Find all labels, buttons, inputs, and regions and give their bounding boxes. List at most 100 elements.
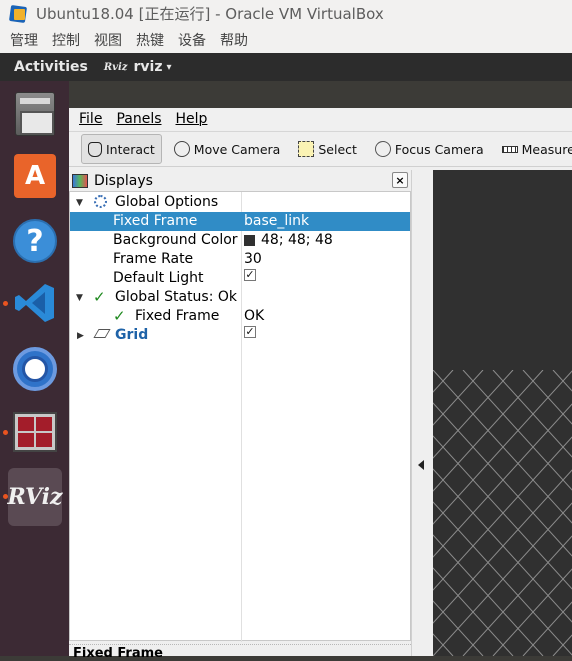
monitor-icon <box>72 173 88 188</box>
3d-viewport[interactable] <box>433 170 572 656</box>
collapse-left-icon[interactable] <box>418 460 424 470</box>
status-fixed-frame-value: OK <box>244 308 265 324</box>
vbox-window-title: Ubuntu18.04 [正在运行] - Oracle VM VirtualBo… <box>36 5 384 23</box>
measure-tool-button[interactable]: Measure <box>496 134 572 164</box>
grid-line <box>433 369 544 492</box>
tree-row-default-light[interactable]: Default Light ✓ <box>70 269 410 288</box>
menu-help[interactable]: Help <box>176 111 208 127</box>
grid-line <box>462 369 572 491</box>
tree-row-grid[interactable]: ▶ Grid ✓ <box>70 326 410 345</box>
default-light-label: Default Light <box>113 270 204 286</box>
dock-item-files[interactable] <box>8 87 62 141</box>
hand-icon <box>88 141 102 157</box>
color-swatch <box>244 235 255 246</box>
rviz-icon: RViz <box>7 484 63 510</box>
global-options-label: Global Options <box>115 194 219 210</box>
vbox-menu-help[interactable]: 帮助 <box>220 30 248 50</box>
tree-row-fixed-frame[interactable]: Fixed Frame base_link <box>70 212 410 231</box>
virtualbox-logo-icon <box>8 4 30 24</box>
menu-file[interactable]: File <box>79 111 102 127</box>
gear-icon <box>94 195 107 208</box>
grid-icon <box>93 329 111 338</box>
tree-row-global-options[interactable]: ▼ Global Options <box>70 193 410 212</box>
app-menu[interactable]: Rviz rviz ▾ <box>104 59 172 75</box>
files-icon <box>15 92 55 136</box>
measure-label: Measure <box>521 141 572 157</box>
grid-line <box>433 369 484 426</box>
dock-item-vscode[interactable] <box>8 276 62 330</box>
grid-view <box>433 170 572 656</box>
move-camera-icon <box>173 141 190 157</box>
displays-tree: ▼ Global Options Fixed Frame base_link B… <box>69 191 411 642</box>
displays-title: Displays <box>94 172 153 189</box>
background-color-value[interactable]: 48; 48; 48 <box>244 231 333 250</box>
checkmark-icon: ✓ <box>93 288 106 306</box>
ruler-icon <box>501 145 518 153</box>
move-camera-label: Move Camera <box>193 141 281 157</box>
grid-line <box>433 534 544 656</box>
gnome-top-bar: Activities Rviz rviz ▾ <box>0 53 572 81</box>
checkmark-icon: ✓ <box>113 307 126 325</box>
help-icon: ? <box>13 219 57 263</box>
focus-camera-tool-button[interactable]: Focus Camera <box>369 134 490 164</box>
ubuntu-software-icon: A <box>14 154 56 198</box>
grid-line <box>433 600 484 656</box>
vbox-menubar: 管理 控制 视图 热键 设备 帮助 <box>0 27 572 53</box>
select-label: Select <box>318 141 357 157</box>
focus-camera-label: Focus Camera <box>394 141 484 157</box>
dock-item-help[interactable]: ? <box>8 214 62 268</box>
rviz-menubar: File Panels Help <box>69 108 572 130</box>
bottom-panel-title: Fixed Frame <box>73 646 163 661</box>
status-fixed-frame-label: Fixed Frame <box>135 308 220 324</box>
displays-header: Displays × <box>69 170 411 191</box>
dock-item-software[interactable]: A <box>8 149 62 203</box>
rviz-toolbar: Interact Move Camera Select Focus Camera… <box>69 131 572 167</box>
app-menu-label: rviz <box>133 59 163 75</box>
vbox-menu-devices[interactable]: 设备 <box>178 30 206 50</box>
vbox-menu-view[interactable]: 视图 <box>94 30 122 50</box>
chromium-icon <box>13 347 57 391</box>
tree-row-global-status[interactable]: ▼ ✓ Global Status: Ok <box>70 288 410 307</box>
rviz-window: File Panels Help Interact Move Camera Se… <box>69 108 572 661</box>
vbox-title-bar: Ubuntu18.04 [正在运行] - Oracle VM VirtualBo… <box>0 0 572 27</box>
close-icon[interactable]: × <box>392 172 408 188</box>
tree-row-background-color[interactable]: Background Color 48; 48; 48 <box>70 231 410 250</box>
background-color-label: Background Color <box>113 232 238 248</box>
focus-camera-icon <box>374 141 391 157</box>
default-light-checkbox[interactable]: ✓ <box>244 269 256 281</box>
panel-collapse-handle[interactable] <box>411 170 431 656</box>
expand-down-icon[interactable]: ▼ <box>76 293 83 303</box>
move-camera-tool-button[interactable]: Move Camera <box>168 134 287 164</box>
tree-row-status-fixed-frame[interactable]: ✓ Fixed Frame OK <box>70 307 410 326</box>
grid-line <box>462 535 572 656</box>
background-color-text: 48; 48; 48 <box>261 232 333 248</box>
dock-item-rviz[interactable]: RViz <box>7 468 63 526</box>
frame-rate-label: Frame Rate <box>113 251 194 267</box>
frame-rate-value[interactable]: 30 <box>244 250 262 269</box>
activities-button[interactable]: Activities <box>14 59 88 75</box>
select-icon <box>298 141 315 157</box>
global-status-label: Global Status: Ok <box>115 289 238 305</box>
grid-checkbox[interactable]: ✓ <box>244 326 256 338</box>
dock-item-chromium[interactable] <box>8 342 62 396</box>
vbox-menu-control[interactable]: 控制 <box>52 30 80 50</box>
terminator-icon <box>13 412 57 452</box>
interact-label: Interact <box>106 141 155 157</box>
vbox-menu-manage[interactable]: 管理 <box>10 30 38 50</box>
vbox-menu-hotkeys[interactable]: 热键 <box>136 30 164 50</box>
menu-panels[interactable]: Panels <box>116 111 161 127</box>
fixed-frame-label: Fixed Frame <box>113 213 198 229</box>
select-tool-button[interactable]: Select <box>292 134 363 164</box>
ubuntu-dock: A ? RViz <box>0 81 69 656</box>
rviz-app-badge: Rviz <box>103 61 128 73</box>
grid-label: Grid <box>115 327 149 343</box>
displays-panel: Displays × ▼ Global Options Fixed Frame … <box>69 170 411 656</box>
expand-down-icon[interactable]: ▼ <box>76 198 83 208</box>
chevron-down-icon: ▾ <box>166 61 172 73</box>
interact-tool-button[interactable]: Interact <box>81 134 162 164</box>
tree-row-frame-rate[interactable]: Frame Rate 30 <box>70 250 410 269</box>
fixed-frame-value[interactable]: base_link <box>244 212 309 231</box>
dock-item-terminator[interactable] <box>8 405 62 459</box>
expand-right-icon[interactable]: ▶ <box>77 331 84 341</box>
vscode-icon <box>15 284 54 322</box>
